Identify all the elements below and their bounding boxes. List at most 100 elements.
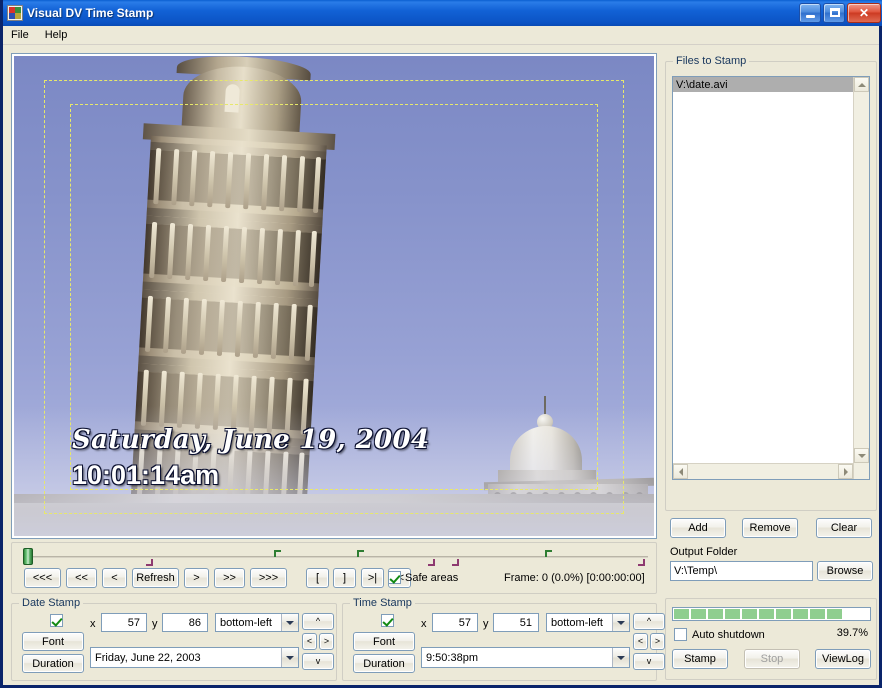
time-nudge-left-button[interactable]: < xyxy=(633,633,648,650)
date-stamp-panel: Date Stamp Font Duration x 57 y 86 botto… xyxy=(11,597,337,681)
transport-panel: <<< << < Refresh > >> >>> [ ] >| |< Safe… xyxy=(11,542,657,594)
file-list-horizontal-scrollbar[interactable] xyxy=(673,463,853,479)
date-anchor-value: bottom-left xyxy=(220,616,272,629)
timeline-thumb[interactable] xyxy=(23,548,33,565)
forward-fastest-button[interactable]: >>> xyxy=(250,568,287,588)
stamp-button[interactable]: Stamp xyxy=(672,649,728,669)
add-file-button[interactable]: Add xyxy=(670,518,726,538)
close-icon: ✕ xyxy=(858,6,870,20)
chevron-down-icon[interactable] xyxy=(281,614,298,631)
overlay-time-stamp: 10:01:14am xyxy=(72,460,220,490)
time-duration-button[interactable]: Duration xyxy=(353,654,415,673)
date-value-dropdown[interactable]: Friday, June 22, 2003 xyxy=(90,647,299,668)
time-nudge-right-button[interactable]: > xyxy=(650,633,665,650)
chevron-right-icon: > xyxy=(654,636,661,646)
mark-out-button[interactable]: ] xyxy=(333,568,356,588)
chevron-down-icon[interactable] xyxy=(612,614,629,631)
safe-areas-check-icon[interactable] xyxy=(388,571,401,584)
scroll-left-button[interactable] xyxy=(673,464,688,479)
goto-end-button[interactable]: >| xyxy=(361,568,384,588)
remove-file-button[interactable]: Remove xyxy=(742,518,798,538)
progress-bar xyxy=(672,607,871,621)
time-value-dropdown[interactable]: 9:50:38pm xyxy=(421,647,630,668)
close-button[interactable]: ✕ xyxy=(847,3,881,23)
files-to-stamp-panel: Files to Stamp V:\date.avi xyxy=(665,55,877,511)
maximize-button[interactable] xyxy=(823,3,845,23)
time-x-input[interactable]: 57 xyxy=(432,613,478,632)
timeline-marker-out xyxy=(428,559,435,566)
safe-areas-label: Safe areas xyxy=(405,571,459,584)
triangle-left-icon xyxy=(678,467,683,476)
scroll-down-button[interactable] xyxy=(854,448,869,463)
date-nudge-left-button[interactable]: < xyxy=(302,633,317,650)
date-value-text: Friday, June 22, 2003 xyxy=(95,651,201,664)
time-anchor-dropdown[interactable]: bottom-left xyxy=(546,613,630,632)
auto-shutdown-checkbox[interactable]: Auto shutdown xyxy=(674,628,765,641)
step-forward-button[interactable]: > xyxy=(184,568,209,588)
timeline-marker-in xyxy=(274,550,281,557)
timeline-slider[interactable] xyxy=(18,548,650,566)
file-list-vertical-scrollbar[interactable] xyxy=(853,77,869,479)
date-x-input[interactable]: 57 xyxy=(101,613,147,632)
safe-areas-checkbox[interactable]: Safe areas xyxy=(388,571,458,584)
auto-shutdown-check-icon[interactable] xyxy=(674,628,687,641)
video-preview[interactable]: Saturday, June 19, 2004 10:01:14am xyxy=(11,53,657,539)
chevron-down-icon: v xyxy=(646,656,652,666)
overlay-date-stamp: Saturday, June 19, 2004 xyxy=(72,425,430,455)
date-nudge-up-button[interactable]: ^ xyxy=(302,613,334,630)
step-back-button[interactable]: < xyxy=(102,568,127,588)
window-controls: ✕ xyxy=(799,3,881,23)
mark-in-button[interactable]: [ xyxy=(306,568,329,588)
triangle-down-icon xyxy=(857,453,866,458)
time-font-button[interactable]: Font xyxy=(353,632,415,651)
timeline-marker-out xyxy=(638,559,645,566)
date-nudge-right-button[interactable]: > xyxy=(319,633,334,650)
time-nudge-down-button[interactable]: v xyxy=(633,653,665,670)
triangle-right-icon xyxy=(843,467,848,476)
stop-button: Stop xyxy=(744,649,800,669)
chevron-down-icon[interactable] xyxy=(612,648,629,667)
date-anchor-dropdown[interactable]: bottom-left xyxy=(215,613,299,632)
timeline-marker-out xyxy=(146,559,153,566)
time-y-input[interactable]: 51 xyxy=(493,613,539,632)
date-font-button[interactable]: Font xyxy=(22,632,84,651)
progress-percent-label: 39.7% xyxy=(836,627,868,639)
scroll-up-button[interactable] xyxy=(854,77,869,92)
date-nudge-down-button[interactable]: v xyxy=(302,653,334,670)
rewind-fast-button[interactable]: << xyxy=(66,568,97,588)
time-y-label: y xyxy=(483,618,489,630)
date-stamp-enable-checkbox[interactable] xyxy=(50,614,63,627)
preview-frame-image: Saturday, June 19, 2004 10:01:14am xyxy=(14,56,654,536)
application-window: Visual DV Time Stamp ✕ File Help Saturda… xyxy=(0,0,882,688)
refresh-button[interactable]: Refresh xyxy=(132,568,179,588)
time-stamp-enable-checkbox[interactable] xyxy=(381,614,394,627)
date-y-input[interactable]: 86 xyxy=(162,613,208,632)
browse-button[interactable]: Browse xyxy=(817,561,873,581)
chevron-up-icon: ^ xyxy=(315,616,321,626)
time-nudge-up-button[interactable]: ^ xyxy=(633,613,665,630)
time-anchor-value: bottom-left xyxy=(551,616,603,629)
scroll-right-button[interactable] xyxy=(838,464,853,479)
files-to-stamp-legend: Files to Stamp xyxy=(673,55,750,67)
file-action-buttons: Add Remove Clear xyxy=(665,518,877,538)
auto-shutdown-label: Auto shutdown xyxy=(692,628,765,641)
clear-files-button[interactable]: Clear xyxy=(816,518,872,538)
chevron-down-icon[interactable] xyxy=(281,648,298,667)
rewind-fastest-button[interactable]: <<< xyxy=(24,568,61,588)
minimize-icon xyxy=(806,15,815,18)
output-folder-input[interactable]: V:\Temp\ xyxy=(670,561,813,581)
title-bar: Visual DV Time Stamp ✕ xyxy=(3,0,882,26)
date-duration-button[interactable]: Duration xyxy=(22,654,84,673)
viewlog-button[interactable]: ViewLog xyxy=(815,649,871,669)
timeline-track[interactable] xyxy=(30,556,648,558)
menu-item-file[interactable]: File xyxy=(3,27,37,43)
list-item[interactable]: V:\date.avi xyxy=(673,77,853,92)
menu-item-help[interactable]: Help xyxy=(37,27,76,43)
minimize-button[interactable] xyxy=(799,3,821,23)
time-value-text: 9:50:38pm xyxy=(426,651,478,664)
forward-fast-button[interactable]: >> xyxy=(214,568,245,588)
maximize-icon xyxy=(830,8,840,17)
time-stamp-panel: Time Stamp Font Duration x 57 y 51 botto… xyxy=(342,597,665,681)
run-panel: Auto shutdown 39.7% Stamp Stop ViewLog xyxy=(665,598,877,680)
file-list[interactable]: V:\date.avi xyxy=(672,76,870,480)
